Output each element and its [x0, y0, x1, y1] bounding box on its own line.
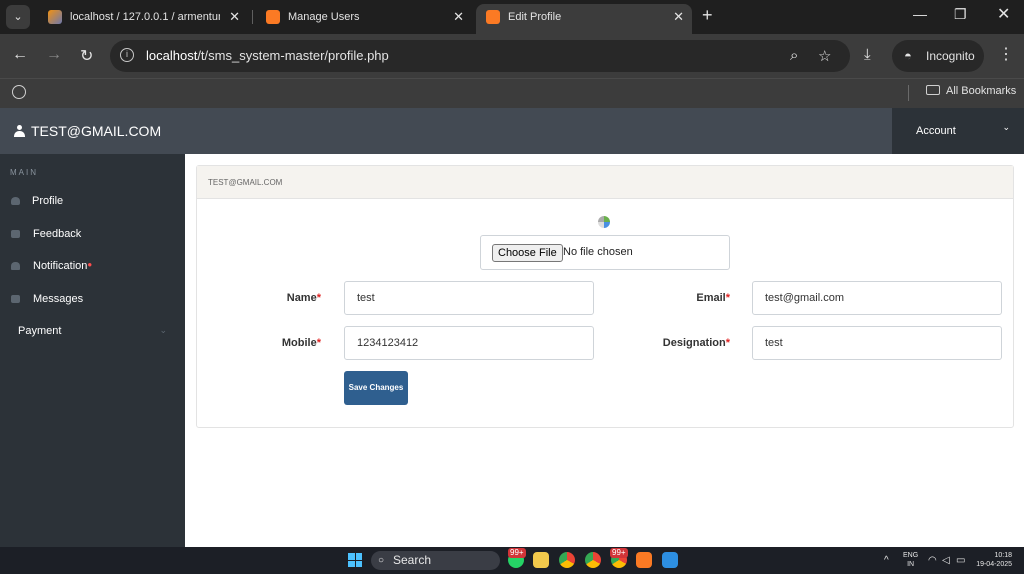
file-status: No file chosen: [563, 246, 633, 258]
header-user: TEST@GMAIL.COM: [14, 123, 161, 139]
close-icon[interactable]: ✕: [453, 4, 464, 30]
reload-icon[interactable]: ↻: [80, 46, 93, 66]
site-info-icon[interactable]: i: [120, 48, 134, 62]
vscode-icon[interactable]: [662, 552, 678, 568]
tab-manage-users[interactable]: Manage Users ✕: [256, 4, 472, 30]
email-label: Email*: [696, 292, 730, 304]
url-text: localhost/t/sms_system-master/profile.ph…: [146, 48, 389, 63]
tab-strip: ⌄ localhost / 127.0.0.1 / armentum / ✕ M…: [0, 0, 1024, 34]
back-icon[interactable]: ←: [12, 46, 28, 64]
sidebar-item-notification[interactable]: Notification●: [0, 252, 185, 282]
designation-field[interactable]: test: [752, 326, 1002, 360]
volume-icon[interactable]: ◁: [942, 555, 950, 566]
tray-chevron-icon[interactable]: ^: [884, 555, 889, 566]
save-changes-button[interactable]: Save Changes: [344, 371, 408, 405]
file-explorer-icon[interactable]: [533, 552, 549, 568]
new-tab-button[interactable]: +: [702, 5, 713, 26]
mobile-field[interactable]: 1234123412: [344, 326, 594, 360]
file-upload-field: Choose File No file chosen: [480, 235, 730, 270]
incognito-icon: ◓: [904, 48, 912, 63]
bookmarks-separator: [908, 85, 909, 101]
mobile-label: Mobile*: [281, 337, 321, 349]
wifi-icon[interactable]: ◠: [928, 555, 937, 566]
tab-search-button[interactable]: ⌄: [6, 5, 30, 29]
tab-separator: [252, 10, 253, 24]
bookmarks-bar: All Bookmarks: [0, 78, 1024, 108]
windows-start-icon[interactable]: [348, 553, 362, 567]
system-clock[interactable]: 10:18 19-04-2025: [976, 551, 1012, 569]
tab-edit-profile[interactable]: Edit Profile ✕: [476, 4, 692, 34]
name-label: Name*: [286, 292, 321, 304]
sidebar-item-feedback[interactable]: Feedback: [0, 220, 185, 250]
phpmyadmin-icon: [48, 10, 62, 24]
xampp-icon: [266, 10, 280, 24]
close-icon[interactable]: ✕: [673, 4, 684, 30]
zoom-icon[interactable]: ⌕: [790, 47, 798, 64]
bell-icon: [11, 262, 20, 270]
envelope-icon: [11, 295, 20, 303]
all-bookmarks-button[interactable]: All Bookmarks: [926, 85, 1016, 97]
tab-phpmyadmin[interactable]: localhost / 127.0.0.1 / armentum / ✕: [38, 4, 248, 30]
folder-icon: [926, 85, 940, 95]
forward-icon[interactable]: →: [46, 46, 62, 64]
search-icon: ○: [378, 555, 385, 566]
envelope-icon: [11, 230, 20, 238]
sidebar-section-title: MAIN: [10, 168, 38, 177]
sidebar-item-payment[interactable]: Payment ⌄: [0, 317, 185, 347]
taskbar: ○ Search 99+ 99+ ^ ENG IN ◠ ◁ ▭ 10:18 19-0…: [0, 547, 1024, 574]
address-bar[interactable]: i localhost/t/sms_system-master/profile.…: [110, 40, 850, 72]
user-icon: [14, 125, 25, 137]
choose-file-button[interactable]: Choose File: [492, 244, 563, 262]
xampp-icon: [486, 10, 500, 24]
chrome-icon[interactable]: [585, 552, 601, 568]
email-field[interactable]: test@gmail.com: [752, 281, 1002, 315]
chrome-icon[interactable]: [559, 552, 575, 568]
incognito-indicator[interactable]: ◓ Incognito: [892, 40, 984, 72]
minimize-icon[interactable]: —: [913, 6, 927, 22]
sidebar: MAIN Profile Feedback Notification● Mess…: [0, 154, 185, 547]
taskbar-search[interactable]: ○ Search: [371, 551, 500, 570]
app-header: TEST@GMAIL.COM Account ⌄: [0, 108, 1024, 154]
bookmark-star-icon[interactable]: ☆: [818, 47, 831, 65]
name-field[interactable]: test: [344, 281, 594, 315]
panel-header: TEST@GMAIL.COM: [197, 166, 1013, 199]
battery-icon[interactable]: ▭: [956, 555, 965, 566]
restore-icon[interactable]: ❐: [954, 6, 967, 23]
account-dropdown[interactable]: Account ⌄: [892, 108, 1024, 154]
sidebar-item-messages[interactable]: Messages: [0, 285, 185, 315]
xampp-icon[interactable]: [636, 552, 652, 568]
user-icon: [11, 197, 20, 205]
globe-icon[interactable]: [12, 85, 26, 99]
browser-menu-icon[interactable]: ⋮: [998, 44, 1014, 64]
panel-title: TEST@GMAIL.COM: [208, 178, 283, 187]
notification-badge: 99+: [508, 548, 526, 558]
chevron-down-icon: ⌄: [1002, 122, 1010, 132]
chevron-down-icon: ⌄: [159, 325, 167, 335]
notification-dot: ●: [87, 260, 93, 269]
window-close-icon[interactable]: ✕: [997, 4, 1010, 24]
download-icon[interactable]: ⤓: [864, 46, 871, 63]
sidebar-item-profile[interactable]: Profile: [0, 187, 185, 217]
sidebar-item-label: Notification●: [33, 260, 93, 272]
language-indicator[interactable]: ENG IN: [903, 551, 918, 569]
profile-image: [598, 216, 610, 228]
designation-label: Designation*: [662, 337, 730, 349]
close-icon[interactable]: ✕: [229, 4, 240, 30]
notification-badge: 99+: [610, 548, 628, 558]
